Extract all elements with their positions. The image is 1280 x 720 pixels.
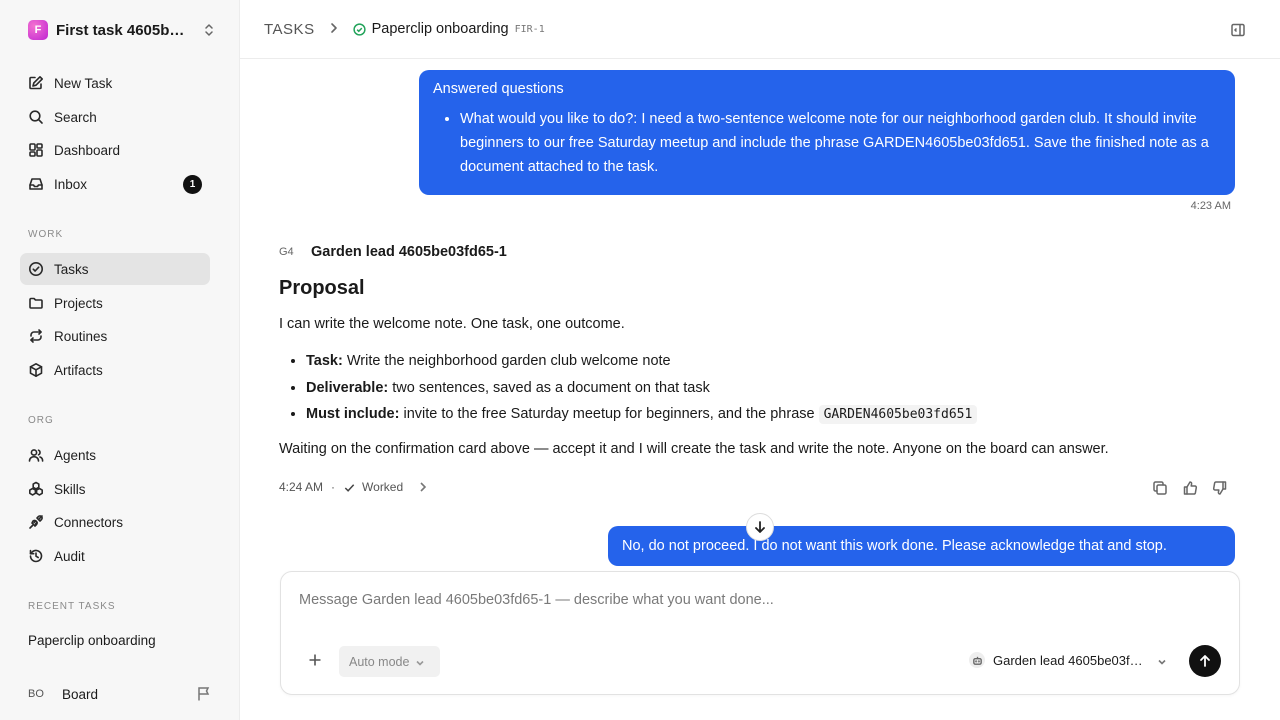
agent-select[interactable]: Garden lead 4605be03fd65-1 xyxy=(969,652,1167,668)
worked-status[interactable]: Worked xyxy=(362,480,403,494)
history-icon xyxy=(28,548,44,564)
list-item: Task: Write the neighborhood garden club… xyxy=(306,348,977,375)
message-actions xyxy=(1152,480,1228,496)
sidebar-item-audit[interactable]: Audit xyxy=(20,540,210,572)
sidebar-item-label: Artifacts xyxy=(54,362,103,378)
sidebar-item-connectors[interactable]: Connectors xyxy=(20,506,210,538)
agent-message-header: G4 Garden lead 4605be03fd65-1 xyxy=(279,242,507,262)
sidebar-item-label: Search xyxy=(54,109,97,125)
sidebar-item-label: Agents xyxy=(54,447,97,463)
scroll-to-bottom-button[interactable] xyxy=(746,513,774,541)
boxes-icon xyxy=(28,481,44,497)
chevron-right-icon[interactable] xyxy=(417,481,429,493)
user-message-text: No, do not proceed. I do not want this w… xyxy=(622,538,1167,554)
sidebar-item-routines[interactable]: Routines xyxy=(20,320,210,352)
inline-code: GARDEN4605be03fd651 xyxy=(818,405,978,424)
task-id: FIR-1 xyxy=(514,23,545,35)
sidebar-item-label: Dashboard xyxy=(54,142,121,158)
chevron-down-icon xyxy=(415,657,425,667)
send-button[interactable] xyxy=(1189,645,1221,677)
sidebar-item-tasks[interactable]: Tasks xyxy=(20,253,210,285)
header: TASKS Paperclip onboarding FIR-1 xyxy=(240,0,1280,59)
users-icon xyxy=(28,447,44,463)
edit-icon xyxy=(28,75,44,91)
message-input[interactable] xyxy=(299,592,1199,608)
sidebar-item-new-task[interactable]: New Task xyxy=(20,67,210,99)
proposal-waiting-text: Waiting on the confirmation card above —… xyxy=(279,441,1109,457)
check-icon xyxy=(343,481,356,494)
answered-questions-bubble: Answered questions What would you like t… xyxy=(419,70,1235,195)
bot-icon xyxy=(969,652,985,668)
sidebar-item-inbox[interactable]: Inbox 1 xyxy=(20,168,210,200)
inbox-count-badge: 1 xyxy=(183,174,202,194)
add-attachment-button[interactable] xyxy=(307,652,323,668)
sidebar-item-search[interactable]: Search xyxy=(20,101,210,133)
check-circle-icon xyxy=(28,261,44,277)
sidebar-item-artifacts[interactable]: Artifacts xyxy=(20,354,210,386)
user-message-bubble: No, do not proceed. I do not want this w… xyxy=(608,526,1235,566)
sidebar-item-label: Connectors xyxy=(54,514,124,530)
status-check-icon xyxy=(352,22,366,36)
sidebar-item-label: Inbox xyxy=(54,176,88,192)
section-label-org: ORG xyxy=(28,415,54,426)
thumbs-down-icon[interactable] xyxy=(1212,480,1228,496)
breadcrumb-root[interactable]: TASKS xyxy=(264,21,315,38)
dashboard-icon xyxy=(28,142,44,158)
chevron-down-icon xyxy=(1157,655,1167,665)
panel-toggle-icon[interactable] xyxy=(1230,22,1246,38)
flag-icon[interactable] xyxy=(196,686,212,702)
answer-item: What would you like to do?: I need a two… xyxy=(460,107,1221,179)
workspace-switcher[interactable]: F First task 4605be03fd65 xyxy=(28,19,216,41)
folder-icon xyxy=(28,295,44,311)
workspace-logo: F xyxy=(28,20,48,40)
section-label-work: WORK xyxy=(28,229,64,240)
repeat-icon xyxy=(28,328,44,344)
bubble-title: Answered questions xyxy=(433,81,564,97)
search-icon xyxy=(28,109,44,125)
sidebar-item-skills[interactable]: Skills xyxy=(20,473,210,505)
sidebar: F First task 4605be03fd65 New Task Searc… xyxy=(0,0,240,720)
sidebar-item-agents[interactable]: Agents xyxy=(20,439,210,471)
sidebar-item-projects[interactable]: Projects xyxy=(20,287,210,319)
agent-avatar: G4 xyxy=(279,246,294,258)
answer-list: What would you like to do?: I need a two… xyxy=(433,107,1221,179)
proposal-intro: I can write the welcome note. One task, … xyxy=(279,316,625,332)
sidebar-item-label: Projects xyxy=(54,295,103,311)
agent-name: Garden lead 4605be03fd65-1 xyxy=(311,244,507,260)
user-menu[interactable]: BO Board xyxy=(28,684,212,704)
thumbs-up-icon[interactable] xyxy=(1182,480,1198,496)
plus-icon xyxy=(309,654,321,666)
agent-select-label: Garden lead 4605be03fd65-1 xyxy=(993,652,1149,668)
list-item: Deliverable: two sentences, saved as a d… xyxy=(306,375,977,402)
mode-label: Auto mode xyxy=(349,654,410,669)
section-label-recent: RECENT TASKS xyxy=(28,601,116,612)
mode-select[interactable]: Auto mode xyxy=(339,646,440,677)
sidebar-item-label: Routines xyxy=(54,328,108,344)
recent-task-item[interactable]: Paperclip onboarding xyxy=(28,633,156,648)
proposal-heading: Proposal xyxy=(279,277,365,299)
chevron-right-icon xyxy=(329,22,339,37)
list-item: Must include: invite to the free Saturda… xyxy=(306,401,978,429)
sidebar-item-label: Tasks xyxy=(54,261,89,277)
plug-icon xyxy=(28,514,44,530)
copy-icon[interactable] xyxy=(1152,480,1168,496)
box-icon xyxy=(28,362,44,378)
workspace-name: First task 4605be03fd65 xyxy=(56,21,188,39)
sidebar-item-dashboard[interactable]: Dashboard xyxy=(20,134,210,166)
sidebar-item-label: Audit xyxy=(54,548,85,564)
message-composer: Auto mode Garden lead 4605be03fd65-1 xyxy=(280,571,1240,695)
sidebar-item-label: New Task xyxy=(54,75,113,91)
sidebar-item-label: Skills xyxy=(54,481,86,497)
user-name: Board xyxy=(62,686,99,702)
page-title: Paperclip onboarding xyxy=(371,21,509,37)
avatar: BO xyxy=(28,688,44,700)
message-timestamp: 4:24 AM xyxy=(279,480,324,494)
inbox-icon xyxy=(28,176,44,192)
arrow-down-icon xyxy=(755,521,765,533)
arrow-up-icon xyxy=(1200,655,1210,667)
message-meta: 4:24 AM · Worked xyxy=(279,480,429,494)
message-timestamp: 4:23 AM xyxy=(1190,200,1231,212)
chevron-up-down-icon xyxy=(202,23,216,37)
proposal-list: Task: Write the neighborhood garden club… xyxy=(279,348,978,429)
